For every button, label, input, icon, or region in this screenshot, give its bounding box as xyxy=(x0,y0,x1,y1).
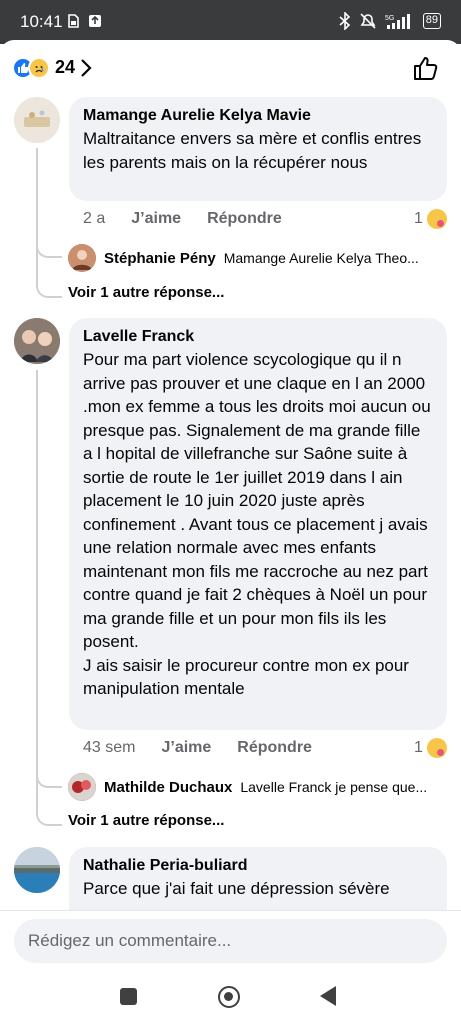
comment-reaction-summary[interactable]: 1 xyxy=(414,738,447,758)
comment-actions: 2 a J’aime Répondre xyxy=(83,210,282,228)
comments-sheet: 24 Mamange Aurelie Kelya Mavie Maltraita… xyxy=(0,40,461,974)
view-more-replies-link[interactable]: Voir 1 autre réponse... xyxy=(68,284,224,301)
comment-author[interactable]: Lavelle Franck xyxy=(83,326,433,348)
avatar[interactable] xyxy=(14,847,60,893)
view-more-replies-link[interactable]: Voir 1 autre réponse... xyxy=(68,812,224,829)
home-icon[interactable] xyxy=(218,986,240,1008)
reply-preview[interactable]: Mathilde Duchaux Lavelle Franck je pense… xyxy=(68,773,440,801)
like-post-button[interactable] xyxy=(413,55,439,81)
comment-reaction-summary[interactable]: 1 xyxy=(414,209,447,229)
reply-button[interactable]: Répondre xyxy=(207,210,282,228)
comment-input[interactable] xyxy=(14,919,447,963)
comment-bubble[interactable]: Lavelle Franck Pour ma part violence scy… xyxy=(69,318,447,730)
avatar[interactable] xyxy=(14,97,60,143)
thread-connector xyxy=(36,800,62,826)
comment-time: 2 a xyxy=(83,210,106,227)
reaction-icons xyxy=(12,57,50,79)
battery-icon: 89 xyxy=(422,13,441,29)
reply-text: Lavelle Franck je pense que... xyxy=(240,779,428,795)
navigation-bar xyxy=(0,974,461,1024)
thread-connector xyxy=(36,762,62,788)
mute-icon xyxy=(360,13,376,29)
reply-button[interactable]: Répondre xyxy=(237,739,312,757)
reply-preview[interactable]: Stéphanie Pény Mamange Aurelie Kelya The… xyxy=(68,244,424,272)
tongue-emoji-icon xyxy=(426,209,447,229)
avatar xyxy=(68,773,96,801)
thread-line xyxy=(36,370,38,816)
app-icon xyxy=(89,15,101,27)
comment-author[interactable]: Mamange Aurelie Kelya Mavie xyxy=(83,105,433,127)
tongue-emoji-icon xyxy=(426,738,447,758)
like-comment-button[interactable]: J’aime xyxy=(161,739,211,757)
comment-text: Maltraitance envers sa mère et conflis e… xyxy=(83,129,422,172)
status-time: 10:41 xyxy=(20,12,63,31)
5g-signal-icon: 5G xyxy=(385,14,410,29)
thread-connector xyxy=(36,232,62,258)
thread-line xyxy=(36,148,38,286)
avatar[interactable] xyxy=(14,318,60,364)
reaction-count: 24 xyxy=(55,57,76,77)
svg-text:5G: 5G xyxy=(385,15,394,22)
bluetooth-icon xyxy=(339,12,350,30)
comment-text: Pour ma part violence scycologique qu il… xyxy=(83,350,431,698)
reply-author: Mathilde Duchaux xyxy=(104,778,233,796)
reply-text: Mamange Aurelie Kelya Theo... xyxy=(223,250,419,266)
back-icon[interactable] xyxy=(320,986,336,1006)
comment-bubble[interactable]: Mamange Aurelie Kelya Mavie Maltraitance… xyxy=(69,97,447,201)
thread-connector xyxy=(36,272,62,298)
chevron-right-icon[interactable] xyxy=(80,58,92,78)
comment-reaction-count: 1 xyxy=(414,210,423,227)
avatar xyxy=(68,244,96,272)
status-bar: 10:41 5G 89 xyxy=(0,0,461,44)
comment-time: 43 sem xyxy=(83,739,136,756)
reactions-bar[interactable]: 24 xyxy=(0,40,461,96)
compose-area xyxy=(0,910,461,974)
comment-actions: 43 sem J’aime Répondre xyxy=(83,739,312,757)
sad-reaction-icon xyxy=(28,57,50,79)
sim-icon xyxy=(68,14,79,28)
reply-author: Stéphanie Pény xyxy=(104,249,216,267)
recents-icon[interactable] xyxy=(120,988,137,1005)
comment-text: Parce que j'ai fait une dépression sévèr… xyxy=(83,879,390,898)
comment-reaction-count: 1 xyxy=(414,739,423,756)
comment-author[interactable]: Nathalie Peria-buliard xyxy=(83,855,433,877)
like-comment-button[interactable]: J’aime xyxy=(131,210,181,228)
